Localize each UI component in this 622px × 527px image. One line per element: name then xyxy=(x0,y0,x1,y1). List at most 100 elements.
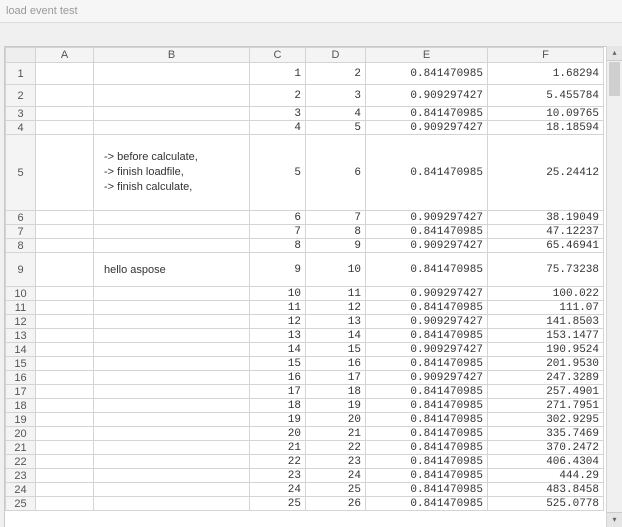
row-header[interactable]: 23 xyxy=(6,469,36,483)
cell[interactable]: 271.7951 xyxy=(488,399,604,413)
cell[interactable]: 0.909297427 xyxy=(366,315,488,329)
cell[interactable]: 0.841470985 xyxy=(366,427,488,441)
table-row[interactable]: 1919200.841470985302.9295 xyxy=(6,413,604,427)
cell[interactable] xyxy=(94,301,250,315)
table-row[interactable]: 9hello aspose9100.84147098575.73238 xyxy=(6,253,604,287)
row-header[interactable]: 10 xyxy=(6,287,36,301)
cell[interactable]: 7 xyxy=(250,225,306,239)
cell[interactable]: 257.4901 xyxy=(488,385,604,399)
col-header-A[interactable]: A xyxy=(36,48,94,63)
cell[interactable]: 38.19049 xyxy=(488,211,604,225)
cell[interactable]: 18.18594 xyxy=(488,121,604,135)
table-row[interactable]: 1111120.841470985111.07 xyxy=(6,301,604,315)
cell[interactable]: 1.68294 xyxy=(488,63,604,85)
row-header[interactable]: 25 xyxy=(6,497,36,511)
cell[interactable] xyxy=(36,399,94,413)
cell[interactable]: 5 xyxy=(250,135,306,211)
cell[interactable]: 3 xyxy=(250,107,306,121)
table-row[interactable]: 3340.84147098510.09765 xyxy=(6,107,604,121)
cell[interactable]: 10 xyxy=(250,287,306,301)
table-row[interactable]: 2020210.841470985335.7469 xyxy=(6,427,604,441)
cell[interactable]: 16 xyxy=(306,357,366,371)
cell[interactable]: 18 xyxy=(306,385,366,399)
cell[interactable]: 2 xyxy=(250,85,306,107)
cell[interactable]: 0.841470985 xyxy=(366,399,488,413)
cell[interactable]: 0.841470985 xyxy=(366,483,488,497)
table-row[interactable]: 4450.90929742718.18594 xyxy=(6,121,604,135)
vertical-scrollbar[interactable]: ▴ ▾ xyxy=(606,46,622,527)
cell[interactable] xyxy=(94,483,250,497)
row-header[interactable]: 5 xyxy=(6,135,36,211)
cell[interactable]: 19 xyxy=(306,399,366,413)
col-header-F[interactable]: F xyxy=(488,48,604,63)
cell[interactable]: 12 xyxy=(306,301,366,315)
row-header[interactable]: 11 xyxy=(6,301,36,315)
cell[interactable]: 1 xyxy=(250,63,306,85)
cell[interactable]: 0.841470985 xyxy=(366,135,488,211)
scroll-down-button[interactable]: ▾ xyxy=(607,512,622,527)
cell[interactable]: 406.4304 xyxy=(488,455,604,469)
cell[interactable]: 141.8503 xyxy=(488,315,604,329)
cell[interactable]: 0.841470985 xyxy=(366,441,488,455)
cell[interactable]: 3 xyxy=(306,85,366,107)
table-row[interactable]: 6670.90929742738.19049 xyxy=(6,211,604,225)
col-header-B[interactable]: B xyxy=(94,48,250,63)
table-row[interactable]: 7780.84147098547.12237 xyxy=(6,225,604,239)
cell[interactable]: 25 xyxy=(306,483,366,497)
row-header[interactable]: 15 xyxy=(6,357,36,371)
row-header[interactable]: 16 xyxy=(6,371,36,385)
cell[interactable]: 47.12237 xyxy=(488,225,604,239)
scroll-thumb[interactable] xyxy=(609,62,620,96)
cell[interactable] xyxy=(94,371,250,385)
cell[interactable] xyxy=(36,427,94,441)
row-header[interactable]: 12 xyxy=(6,315,36,329)
row-header[interactable]: 8 xyxy=(6,239,36,253)
cell[interactable] xyxy=(36,455,94,469)
table-row[interactable]: 1212130.909297427141.8503 xyxy=(6,315,604,329)
cell[interactable]: 26 xyxy=(306,497,366,511)
cell[interactable] xyxy=(94,121,250,135)
cell[interactable] xyxy=(94,211,250,225)
cell[interactable]: 4 xyxy=(306,107,366,121)
row-header[interactable]: 3 xyxy=(6,107,36,121)
cell[interactable]: 190.9524 xyxy=(488,343,604,357)
cell[interactable]: 0.841470985 xyxy=(366,301,488,315)
cell[interactable]: 14 xyxy=(306,329,366,343)
cell[interactable]: 2 xyxy=(306,63,366,85)
cell[interactable]: 0.909297427 xyxy=(366,121,488,135)
cell[interactable] xyxy=(36,483,94,497)
row-header[interactable]: 6 xyxy=(6,211,36,225)
table-row[interactable]: 2230.9092974275.455784 xyxy=(6,85,604,107)
cell[interactable]: 0.841470985 xyxy=(366,225,488,239)
cell[interactable]: 0.909297427 xyxy=(366,343,488,357)
table-row[interactable]: 1616170.909297427247.3289 xyxy=(6,371,604,385)
cell[interactable]: 0.909297427 xyxy=(366,371,488,385)
cell[interactable] xyxy=(94,469,250,483)
cell[interactable]: 65.46941 xyxy=(488,239,604,253)
table-row[interactable]: 1818190.841470985271.7951 xyxy=(6,399,604,413)
cell[interactable] xyxy=(36,385,94,399)
cell[interactable]: 302.9295 xyxy=(488,413,604,427)
table-row[interactable]: 1120.8414709851.68294 xyxy=(6,63,604,85)
cell[interactable] xyxy=(36,469,94,483)
row-header[interactable]: 19 xyxy=(6,413,36,427)
cell[interactable]: 100.022 xyxy=(488,287,604,301)
scroll-up-button[interactable]: ▴ xyxy=(607,46,622,61)
cell[interactable]: 6 xyxy=(250,211,306,225)
cell[interactable] xyxy=(36,135,94,211)
cell[interactable]: 5.455784 xyxy=(488,85,604,107)
cell[interactable]: 4 xyxy=(250,121,306,135)
cell[interactable]: 17 xyxy=(250,385,306,399)
cell[interactable]: 21 xyxy=(250,441,306,455)
cell[interactable]: 0.909297427 xyxy=(366,211,488,225)
cell[interactable] xyxy=(94,329,250,343)
cell[interactable] xyxy=(94,239,250,253)
cell[interactable] xyxy=(36,107,94,121)
cell[interactable] xyxy=(94,427,250,441)
col-header-C[interactable]: C xyxy=(250,48,306,63)
row-header[interactable]: 9 xyxy=(6,253,36,287)
cell[interactable] xyxy=(94,455,250,469)
cell[interactable]: 13 xyxy=(250,329,306,343)
cell[interactable]: 8 xyxy=(250,239,306,253)
cell[interactable]: 20 xyxy=(250,427,306,441)
